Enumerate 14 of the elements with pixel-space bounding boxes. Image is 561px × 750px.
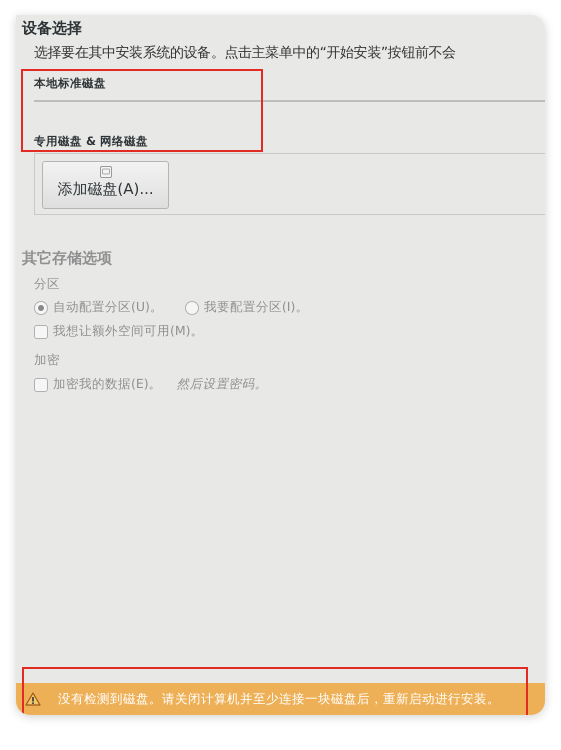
subsection-heading: 分区 <box>34 276 61 293</box>
section-heading: 专用磁盘 & 网络磁盘 <box>34 133 150 149</box>
warning-icon <box>25 692 41 706</box>
section-title: 设备选择 <box>22 19 83 38</box>
checkbox-label: 我想让额外空间可用(M)。 <box>53 323 204 340</box>
section-heading: 其它存储选项 <box>22 249 113 268</box>
checkbox-label: 加密我的数据(E)。 <box>53 376 162 393</box>
warning-message: 没有检测到磁盘。请关闭计算机并至少连接一块磁盘后，重新启动进行安装。 <box>58 690 500 708</box>
section-heading: 本地标准磁盘 <box>34 75 107 91</box>
option-label: 我要配置分区(I)。 <box>204 299 308 316</box>
description-text: 选择要在其中安装系统的设备。点击主菜单中的“开始安装”按钮前不会 <box>34 44 457 62</box>
add-disk-button[interactable]: 添加磁盘(A)... <box>42 161 169 209</box>
hint-text: 然后设置密码。 <box>176 376 268 393</box>
subsection-heading: 加密 <box>34 352 61 369</box>
